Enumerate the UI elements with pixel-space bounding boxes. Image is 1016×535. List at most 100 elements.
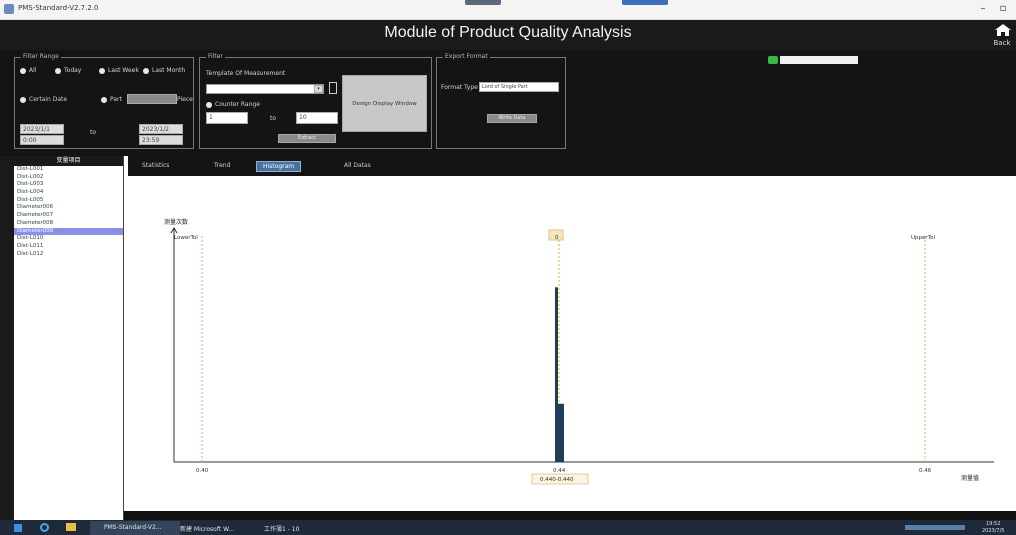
time-to-input[interactable]: 23:59 xyxy=(139,135,183,145)
radio-part[interactable] xyxy=(101,97,107,103)
piece-label: Piece xyxy=(177,96,193,103)
app-window: PMS-Standard-V2.7.2.0 – ▫ Module of Prod… xyxy=(0,0,1016,535)
ime-toolbar[interactable] xyxy=(780,56,858,64)
screen-overlay-bar xyxy=(622,0,668,5)
list-item[interactable]: Dist-L004 xyxy=(14,189,123,197)
group-title: Filter xyxy=(206,53,225,60)
bottom-strip xyxy=(124,511,1016,520)
taskbar-label: PMS-Standard-V2... xyxy=(104,524,162,531)
back-button[interactable]: Back xyxy=(990,39,1014,47)
taskbar-excel[interactable]: 工作薄1 - 10 xyxy=(264,524,299,533)
radio-certain-date[interactable] xyxy=(20,97,26,103)
window-title: PMS-Standard-V2.7.2.0 xyxy=(18,4,99,12)
export-format-group: Export Format Format Type Lord of Single… xyxy=(436,53,566,149)
clock-date: 2023/7/5 xyxy=(982,528,1005,534)
list-item[interactable]: Diameter007 xyxy=(14,212,123,220)
list-header: 变量项目 xyxy=(14,156,123,166)
tab-all-datas[interactable]: All Datas xyxy=(338,161,377,170)
reference-line-label: UpperTol xyxy=(911,235,935,241)
group-title: Filter Range xyxy=(21,53,61,60)
reference-line-label: 0 xyxy=(555,235,559,241)
histogram-bar xyxy=(555,287,558,462)
ime-icon[interactable] xyxy=(768,56,778,64)
write-data-button[interactable]: Write Data xyxy=(487,114,537,123)
radio-label: All xyxy=(29,67,37,74)
radio-last-month[interactable] xyxy=(143,68,149,74)
radio-label: Certain Date xyxy=(29,96,68,103)
browser-icon[interactable] xyxy=(40,523,49,532)
module-header: Module of Product Quality Analysis Back xyxy=(0,20,1016,50)
template-select[interactable] xyxy=(206,84,324,94)
system-tray-icons[interactable] xyxy=(905,525,965,530)
list-items: Dist-L001 Dist-L002 Dist-L003 Dist-L004 Dist… xyxy=(14,166,123,258)
app-icon xyxy=(4,4,14,14)
list-item[interactable]: Dist-L011 xyxy=(14,243,123,251)
tab-bar: Statistics Trend Histogram All Datas xyxy=(128,156,1016,176)
histogram-area: 测量次数测量值 LowerTol 0 UpperTol 0.40 0.44 0.46 0.44… xyxy=(128,176,1016,520)
minimize-button[interactable]: – xyxy=(976,3,990,14)
template-label: Template Of Measurement xyxy=(206,70,286,77)
format-type-label: Format Type xyxy=(441,84,478,91)
chevron-down-icon[interactable]: ▾ xyxy=(314,85,323,93)
counter-to-input[interactable]: 10 xyxy=(296,112,338,124)
to-label: to xyxy=(90,129,97,136)
list-item[interactable]: Dist-L001 xyxy=(14,166,123,174)
to-label: to xyxy=(270,115,277,122)
tab-trend[interactable]: Trend xyxy=(208,161,236,170)
list-item[interactable]: Dist-L012 xyxy=(14,251,123,259)
filter-range-group: Filter Range All Today Last Week Last Mo… xyxy=(14,53,194,149)
list-item[interactable]: Dist-L003 xyxy=(14,181,123,189)
filter-group: Filter Template Of Measurement ▾ Counter… xyxy=(199,53,432,149)
part-count-stepper[interactable] xyxy=(127,94,177,104)
design-display-window-button[interactable]: Design Display Window xyxy=(342,75,427,132)
radio-label: Last Week xyxy=(108,67,139,74)
tab-histogram[interactable]: Histogram xyxy=(256,161,302,172)
counter-range-label: Counter Range xyxy=(215,101,260,108)
x-tick-label: 0.46 xyxy=(919,468,932,474)
format-type-select[interactable]: Lord of Single Part xyxy=(479,82,559,92)
counter-from-input[interactable]: 1 xyxy=(206,112,248,124)
x-axis-label: 测量值 xyxy=(961,474,979,482)
list-item[interactable]: Diameter009 xyxy=(14,227,123,236)
radio-last-week[interactable] xyxy=(99,68,105,74)
taskbar: PMS-Standard-V2... 新建 Microsoft W... 工作薄… xyxy=(0,520,1016,535)
list-item[interactable]: Dist-L005 xyxy=(14,197,123,205)
left-edge xyxy=(0,156,14,520)
group-title: Export Format xyxy=(443,53,490,60)
list-item[interactable]: Dist-L010 xyxy=(14,235,123,243)
taskbar-word[interactable]: 新建 Microsoft W... xyxy=(180,524,234,533)
clock-time: 19:52 xyxy=(986,521,1001,527)
radio-label: Last Month xyxy=(152,67,186,74)
page-title: Module of Product Quality Analysis xyxy=(384,24,632,41)
date-from-input[interactable]: 2023/1/1 xyxy=(20,124,64,134)
radio-today[interactable] xyxy=(55,68,61,74)
list-item[interactable]: Diameter006 xyxy=(14,204,123,212)
range-readout: 0.440-0.440 xyxy=(540,477,574,483)
reference-line-label: LowerTol xyxy=(174,235,198,241)
folder-icon[interactable] xyxy=(66,523,76,531)
extract-button[interactable]: Extract xyxy=(278,134,336,143)
start-icon[interactable] xyxy=(14,524,22,532)
home-icon[interactable] xyxy=(994,23,1012,37)
tab-statistics[interactable]: Statistics xyxy=(136,161,175,170)
template-file-icon[interactable] xyxy=(329,82,337,94)
x-tick-label: 0.44 xyxy=(553,468,566,474)
control-panel: Filter Range All Today Last Week Last Mo… xyxy=(0,50,1016,156)
radio-label: Part xyxy=(110,96,122,103)
x-tick-label: 0.40 xyxy=(196,468,209,474)
time-from-input[interactable]: 0:00 xyxy=(20,135,64,145)
restore-button[interactable]: ▫ xyxy=(996,3,1010,14)
histogram-chart: 测量次数测量值 LowerTol 0 UpperTol 0.40 0.44 0.46 0.44… xyxy=(164,218,994,485)
radio-label: Today xyxy=(64,67,82,74)
date-to-input[interactable]: 2023/1/2 xyxy=(139,124,183,134)
histogram-bar xyxy=(558,403,561,462)
title-bar: PMS-Standard-V2.7.2.0 – ▫ xyxy=(0,0,1016,20)
histogram-bar xyxy=(561,403,564,462)
radio-counter-range[interactable] xyxy=(206,102,212,108)
measurement-list: 变量项目 Dist-L001 Dist-L002 Dist-L003 Dist-L00… xyxy=(14,156,124,520)
screen-overlay-bar xyxy=(465,0,501,5)
list-item[interactable]: Dist-L002 xyxy=(14,174,123,182)
radio-all[interactable] xyxy=(20,68,26,74)
y-axis-label: 测量次数 xyxy=(164,218,188,226)
list-item[interactable]: Diameter008 xyxy=(14,220,123,228)
